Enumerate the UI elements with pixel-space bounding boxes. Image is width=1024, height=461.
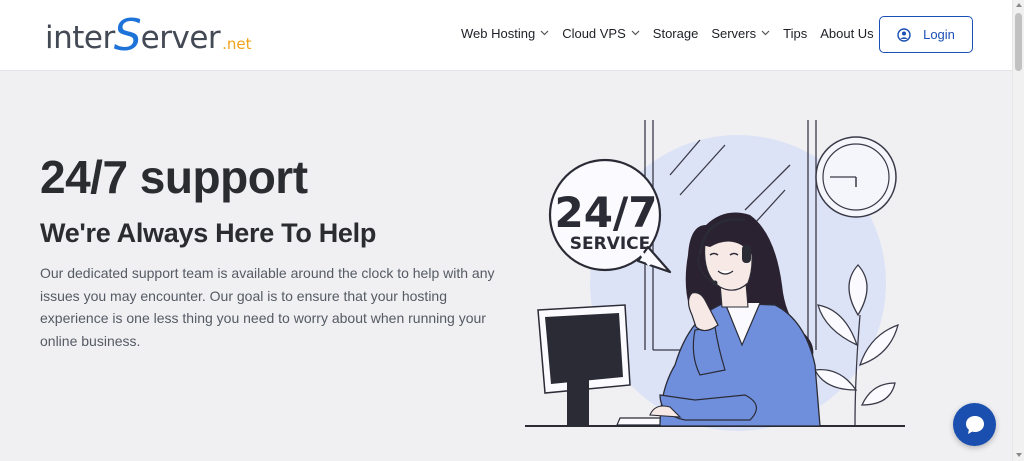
hero-subtitle: We're Always Here To Help xyxy=(40,218,377,248)
nav-item-label: Cloud VPS xyxy=(562,25,626,41)
chevron-down-icon xyxy=(761,30,770,36)
hero-title: 24/7 support xyxy=(40,151,308,203)
login-label: Login xyxy=(923,27,955,42)
nav-item-label: Tips xyxy=(783,25,808,41)
logo-text-net: .net xyxy=(222,35,252,53)
wall-clock-icon xyxy=(815,136,897,218)
badge-text-24-7: 24/7 xyxy=(554,188,657,237)
logo-text-inter: inter xyxy=(45,20,115,56)
nav-item-about-us[interactable]: About Us xyxy=(820,25,888,41)
scrollbar-thumb[interactable] xyxy=(1015,13,1022,71)
nav-item-tips[interactable]: Tips xyxy=(783,26,807,41)
nav-item-cloud-vps[interactable]: Cloud VPS xyxy=(562,26,640,41)
nav-item-label: Web Hosting xyxy=(461,25,536,41)
site-header: inter S erver .net Web Hosting Cloud VPS… xyxy=(0,0,1012,71)
nav-item-web-hosting[interactable]: Web Hosting xyxy=(461,26,549,41)
interserver-logo[interactable]: inter S erver .net xyxy=(45,9,252,61)
live-chat-button[interactable] xyxy=(953,403,996,446)
nav-item-servers[interactable]: Servers xyxy=(711,26,770,41)
computer-monitor-icon xyxy=(537,304,631,425)
scroll-up-arrow-icon[interactable] xyxy=(1016,3,1022,7)
badge-text-service: SERVICE xyxy=(570,234,651,254)
main-nav: Web Hosting Cloud VPS Storage Servers Ti… xyxy=(461,24,901,42)
nav-item-storage[interactable]: Storage xyxy=(653,26,699,41)
scroll-down-arrow-icon[interactable] xyxy=(1016,453,1022,457)
logo-text-s: S xyxy=(113,9,142,61)
chevron-down-icon xyxy=(540,30,549,36)
page-scrollbar[interactable] xyxy=(1012,0,1024,461)
nav-item-label: About Us xyxy=(820,25,874,41)
support-agent-illustration: 24/7 SERVICE xyxy=(525,120,905,431)
logo-text-erver: erver xyxy=(140,20,221,56)
nav-item-label: Servers xyxy=(711,25,757,41)
user-circle-icon xyxy=(897,27,911,42)
login-button[interactable]: Login xyxy=(879,16,973,53)
chevron-down-icon xyxy=(631,30,640,36)
nav-item-label: Storage xyxy=(652,25,699,41)
chat-bubble-icon xyxy=(965,415,984,434)
hero-description: Our dedicated support team is available … xyxy=(40,265,495,349)
